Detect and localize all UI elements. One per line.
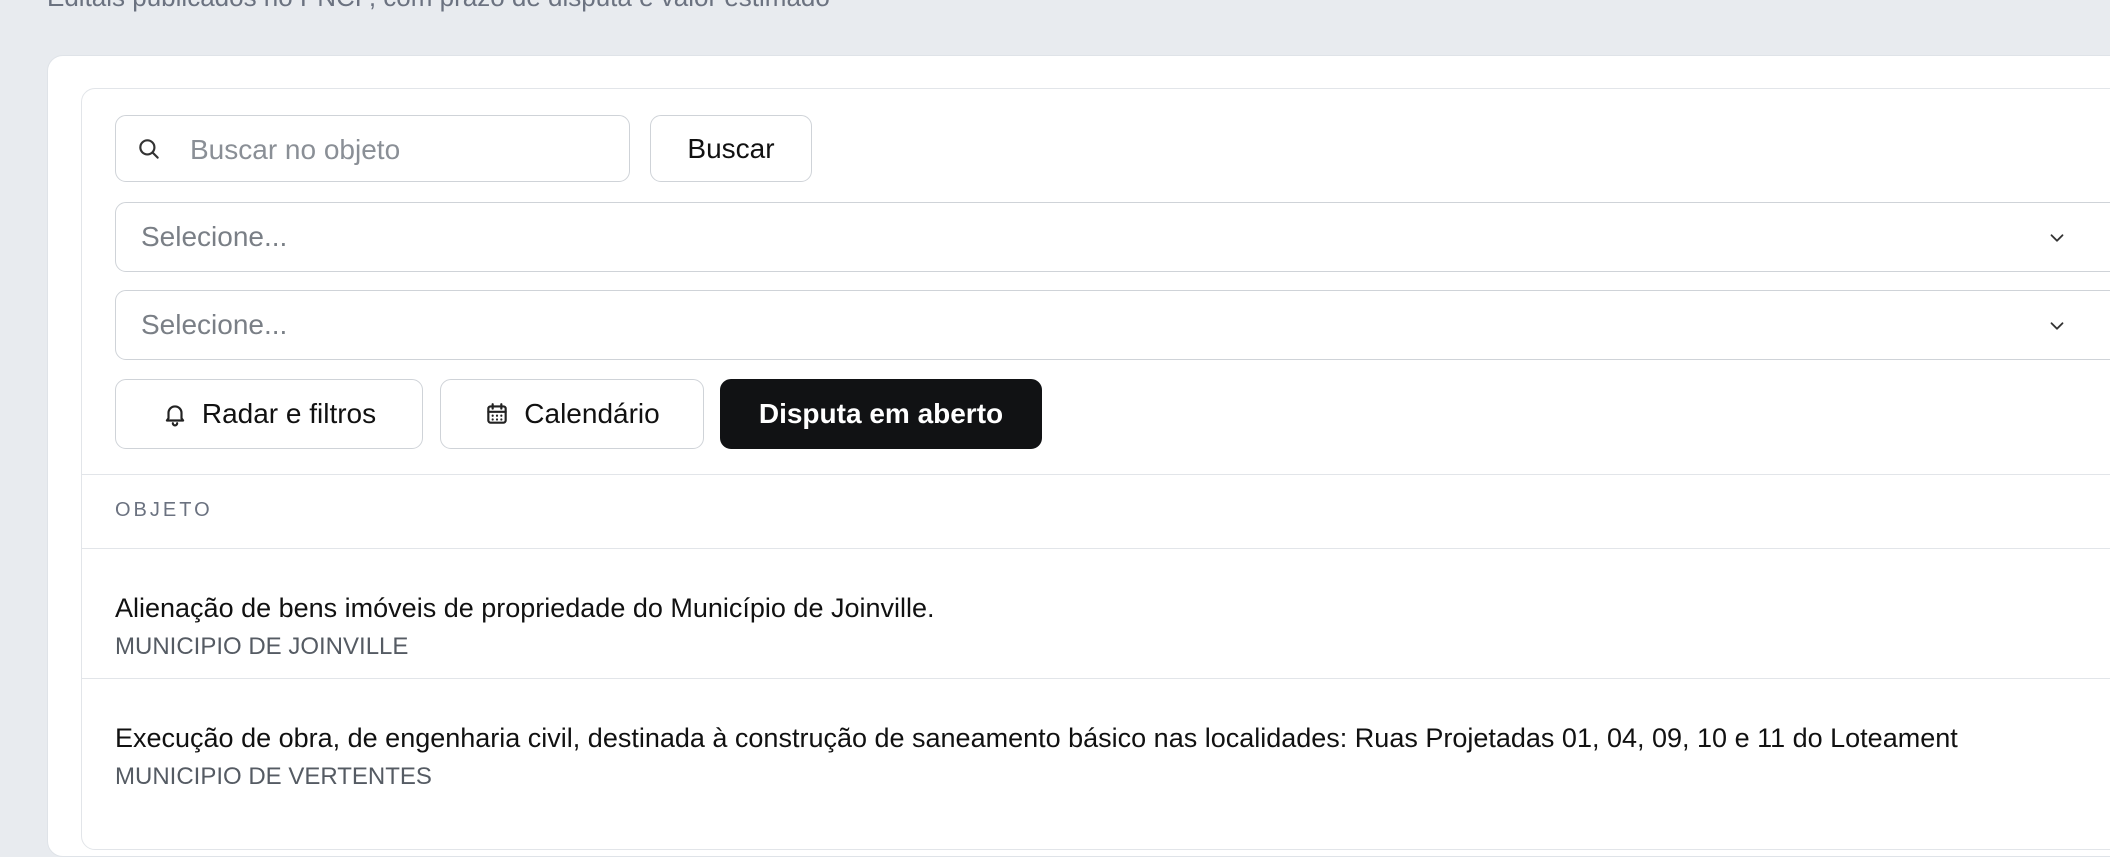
- filter-select-1[interactable]: Selecione...: [115, 202, 2110, 272]
- radar-filters-label: Radar e filtros: [201, 398, 377, 429]
- filter-select-2-placeholder: Selecione...: [141, 309, 288, 340]
- search-button-label: Buscar: [687, 132, 775, 164]
- disputa-em-aberto-label: Disputa em aberto: [758, 398, 1004, 429]
- editais-panel: Buscar Selecione... Selecione... Radar e…: [81, 88, 2110, 850]
- calendar-label: Calendário: [524, 398, 660, 429]
- calendar-button[interactable]: Calendário: [440, 379, 704, 449]
- row-organization: MUNICIPIO DE JOINVILLE: [115, 633, 409, 660]
- calendar-icon: [484, 401, 510, 427]
- filter-select-1-placeholder: Selecione...: [141, 221, 288, 252]
- search-icon: [136, 136, 162, 162]
- filter-select-2[interactable]: Selecione...: [115, 290, 2110, 360]
- bell-icon: [162, 401, 188, 427]
- row-organization: MUNICIPIO DE VERTENTES: [115, 763, 432, 790]
- divider: [82, 474, 2110, 475]
- column-header-objeto: OBJETO: [115, 499, 213, 521]
- search-input[interactable]: [188, 116, 612, 183]
- table-row[interactable]: Alienação de bens imóveis de propriedade…: [82, 549, 2110, 677]
- search-button[interactable]: Buscar: [650, 115, 812, 182]
- radar-filters-button[interactable]: Radar e filtros: [115, 379, 423, 449]
- row-title: Alienação de bens imóveis de propriedade…: [115, 593, 935, 623]
- chevron-down-icon: [2046, 227, 2068, 249]
- search-field[interactable]: [115, 115, 630, 183]
- row-title: Execução de obra, de engenharia civil, d…: [115, 723, 1958, 753]
- chevron-down-icon: [2046, 315, 2068, 337]
- disputa-em-aberto-button[interactable]: Disputa em aberto: [720, 379, 1042, 449]
- table-row[interactable]: Execução de obra, de engenharia civil, d…: [82, 679, 2110, 807]
- page-subtitle: Editais publicados no PNCP, com prazo de…: [47, 0, 830, 13]
